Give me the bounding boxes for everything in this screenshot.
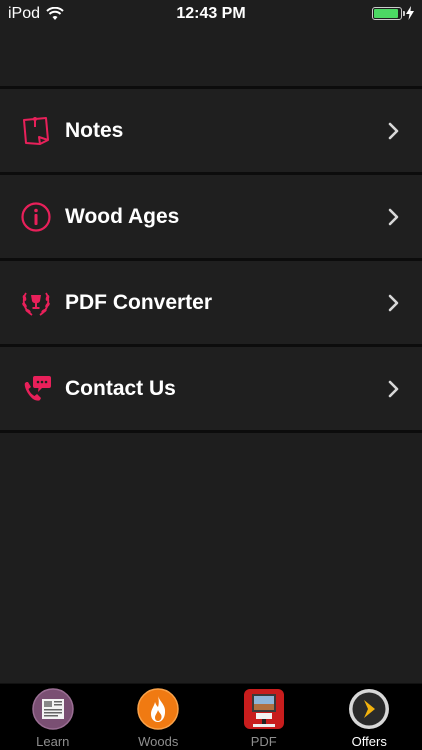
menu-item-label: Wood Ages: [65, 204, 180, 228]
charging-bolt-icon: [406, 6, 414, 20]
chevron-right-icon: [388, 122, 399, 139]
menu-item-label: Notes: [65, 118, 124, 142]
menu-item-label: Contact Us: [65, 376, 176, 400]
menu-item-label: PDF Converter: [65, 290, 213, 314]
tab-learn[interactable]: Learn: [0, 684, 106, 750]
pdf-document-icon: [243, 689, 284, 729]
tab-label: Learn: [36, 734, 70, 749]
notes-icon: [23, 116, 49, 145]
main-menu: Notes Wood Ages PDF Converter Contact Us: [0, 86, 422, 433]
info-icon: [21, 201, 51, 232]
chevron-right-icon: [388, 208, 399, 225]
flame-icon: [137, 688, 179, 730]
tab-bar: Learn Woods PDF Offers: [0, 683, 422, 750]
tab-pdf[interactable]: PDF: [211, 684, 317, 750]
status-right: [372, 6, 414, 20]
phone-chat-icon: [24, 375, 51, 401]
laurel-trophy-icon: [22, 292, 50, 316]
tab-label: Woods: [138, 734, 179, 749]
tab-label: Offers: [351, 734, 387, 749]
newspaper-icon: [32, 688, 74, 730]
tab-woods[interactable]: Woods: [106, 684, 212, 750]
status-time: 12:43 PM: [176, 5, 246, 22]
menu-item-pdf-converter[interactable]: PDF Converter: [0, 258, 422, 344]
tab-offers[interactable]: Offers: [317, 684, 422, 750]
tab-label: PDF: [250, 734, 277, 749]
chevron-right-icon: [388, 294, 399, 311]
chevron-right-icon: [388, 380, 399, 397]
menu-item-contact-us[interactable]: Contact Us: [0, 344, 422, 433]
chevron-circle-icon: [349, 689, 390, 729]
menu-item-wood-ages[interactable]: Wood Ages: [0, 172, 422, 258]
status-bar: iPod 12:43 PM: [0, 0, 422, 28]
battery-icon: [372, 6, 405, 20]
menu-item-notes[interactable]: Notes: [0, 86, 422, 172]
